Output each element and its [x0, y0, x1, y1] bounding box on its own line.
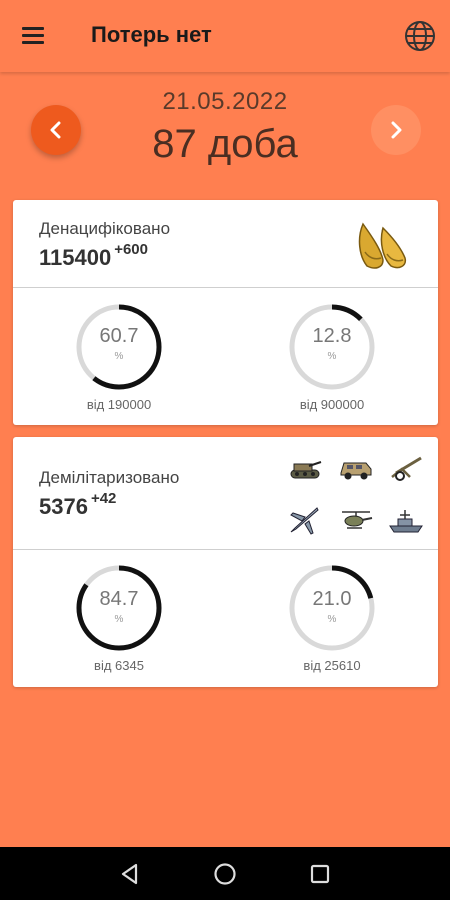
- card-label: Демілітаризовано: [39, 468, 180, 487]
- next-day-button[interactable]: [371, 105, 421, 155]
- card-divider: [13, 287, 438, 288]
- ring-base: від 190000: [86, 397, 152, 412]
- card-delta: +42: [90, 490, 117, 507]
- card-value-number: 5376: [39, 494, 88, 519]
- home-icon[interactable]: [212, 861, 238, 887]
- ring-value: 21.0: [312, 588, 352, 610]
- slippers-icon: [358, 222, 407, 269]
- ring-unit: %: [114, 351, 124, 362]
- card-value: 115400 +600: [39, 241, 148, 271]
- ring-unit: %: [114, 614, 124, 625]
- ring-base: від 6345: [94, 658, 144, 673]
- menu-icon[interactable]: [22, 24, 48, 48]
- artillery-icon: [391, 456, 422, 481]
- ring-value: 60.7: [99, 325, 139, 347]
- helicopter-icon: [342, 511, 373, 529]
- card-divider: [13, 549, 438, 550]
- ring-value: 84.7: [99, 588, 139, 610]
- chevron-right-icon: [391, 121, 402, 139]
- denazified-card: Денацифіковано 115400 +600 60.7 % від 190…: [13, 200, 438, 425]
- ring-unit: %: [327, 614, 337, 625]
- jet-icon: [290, 507, 319, 535]
- card-value: 5376 +42: [39, 490, 116, 520]
- app-title: Потерь нет: [91, 22, 212, 47]
- system-nav-bar: [0, 847, 450, 900]
- armored-vehicle-icon: [340, 462, 372, 480]
- ring-value: 12.8: [312, 325, 352, 347]
- recents-icon[interactable]: [307, 861, 333, 887]
- app-bar: Потерь нет: [0, 0, 450, 72]
- ring-base: від 900000: [299, 397, 365, 412]
- back-icon[interactable]: [117, 861, 143, 887]
- ring-unit: %: [327, 351, 337, 362]
- demilitarized-card: Демілітаризовано 5376 +42 84.7 % від 634…: [13, 437, 438, 687]
- card-delta: +600: [114, 241, 148, 258]
- ship-icon: [389, 510, 423, 533]
- globe-icon[interactable]: [403, 19, 437, 53]
- card-value-number: 115400: [39, 245, 112, 270]
- ring-base: від 25610: [303, 658, 361, 673]
- tank-icon: [290, 461, 322, 479]
- card-label: Денацифіковано: [39, 219, 171, 238]
